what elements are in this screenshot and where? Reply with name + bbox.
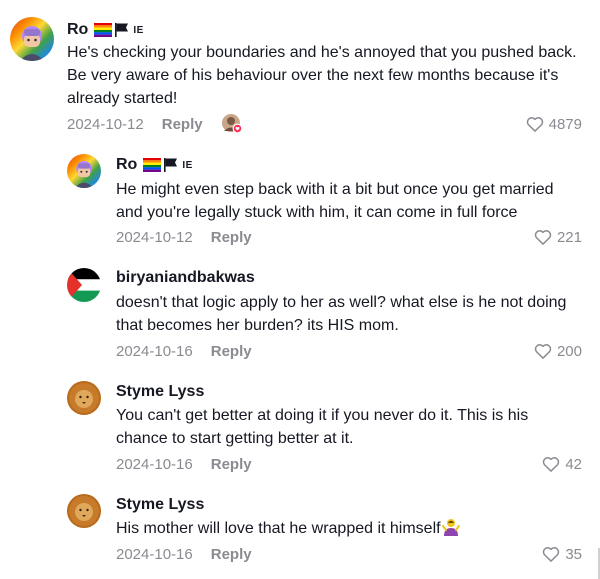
comment-date: 2024-10-16 <box>116 455 193 473</box>
avatar[interactable] <box>67 268 101 302</box>
comment-meta: 2024-10-16 Reply <box>116 341 252 361</box>
comment-meta: 2024-10-12 Reply <box>67 114 243 134</box>
comment-date: 2024-10-16 <box>116 342 193 360</box>
black-flag-icon <box>164 158 178 172</box>
comment-text: You can't get better at doing it if you … <box>116 407 529 447</box>
like-count: 42 <box>565 455 582 473</box>
heart-outline-icon <box>543 457 560 472</box>
reply-button[interactable]: Reply <box>211 546 252 563</box>
like-button[interactable]: 42 <box>541 454 582 474</box>
avatar[interactable] <box>67 381 101 415</box>
comment-header: Styme Lyss <box>116 382 204 402</box>
comment-date: 2024-10-12 <box>67 115 144 133</box>
avatar[interactable] <box>67 494 101 528</box>
comment-text: doesn't that logic apply to her as well?… <box>116 294 567 334</box>
heart-outline-icon <box>543 547 560 562</box>
like-count: 35 <box>565 545 582 563</box>
heart-outline-icon <box>534 230 552 245</box>
comment-text: He's checking your boundaries and he's a… <box>67 44 577 107</box>
avatar[interactable] <box>10 17 54 61</box>
heart-outline-icon <box>534 344 552 359</box>
comment-text: His mother will love that he wrapped it … <box>116 517 461 540</box>
pride-flag-icon <box>94 23 113 37</box>
flag-region-label: IE <box>133 24 144 36</box>
like-button[interactable]: 200 <box>533 341 582 361</box>
black-flag-icon <box>115 23 129 37</box>
reply-button[interactable]: Reply <box>211 229 252 246</box>
comment-header: Ro IE <box>116 155 193 175</box>
comment-header: biryaniandbakwas <box>116 268 255 288</box>
comment-meta: 2024-10-16 Reply <box>116 544 252 564</box>
comment-header: Styme Lyss <box>116 495 204 515</box>
flag-badges: IE <box>94 22 143 38</box>
username[interactable]: biryaniandbakwas <box>116 269 255 287</box>
like-count: 200 <box>556 342 582 360</box>
comment-meta: 2024-10-12 Reply <box>116 227 252 247</box>
lion-avatar-image <box>67 494 101 528</box>
avatar[interactable] <box>67 154 101 188</box>
creator-liked-avatar-icon <box>221 113 243 135</box>
reply-button[interactable]: Reply <box>211 456 252 473</box>
username[interactable]: Ro <box>116 156 137 174</box>
like-button[interactable]: 221 <box>533 227 582 247</box>
palestine-flag-avatar-image <box>67 268 101 302</box>
lion-avatar-image <box>67 381 101 415</box>
reply-button[interactable]: Reply <box>162 116 203 133</box>
username[interactable]: Ro <box>67 21 88 39</box>
avatar-ro-image <box>10 17 54 61</box>
comment-date: 2024-10-16 <box>116 545 193 563</box>
like-count: 4879 <box>548 115 582 133</box>
person-shrugging-emoji <box>441 519 460 536</box>
comment-meta: 2024-10-16 Reply <box>116 454 252 474</box>
flag-badges: IE <box>143 157 192 173</box>
username[interactable]: Styme Lyss <box>116 383 204 401</box>
comment-text: He might even step back with it a bit bu… <box>116 181 554 221</box>
pride-flag-icon <box>143 158 162 172</box>
heart-outline-icon <box>526 117 543 132</box>
like-count: 221 <box>556 228 582 246</box>
comment-date: 2024-10-12 <box>116 228 193 246</box>
reply-button[interactable]: Reply <box>211 343 252 360</box>
flag-region-label: IE <box>182 159 193 171</box>
comment-header: Ro IE <box>67 20 144 40</box>
username[interactable]: Styme Lyss <box>116 496 204 514</box>
avatar-ro-image <box>67 154 101 188</box>
like-button[interactable]: 4879 <box>525 114 582 134</box>
like-button[interactable]: 35 <box>541 544 582 564</box>
